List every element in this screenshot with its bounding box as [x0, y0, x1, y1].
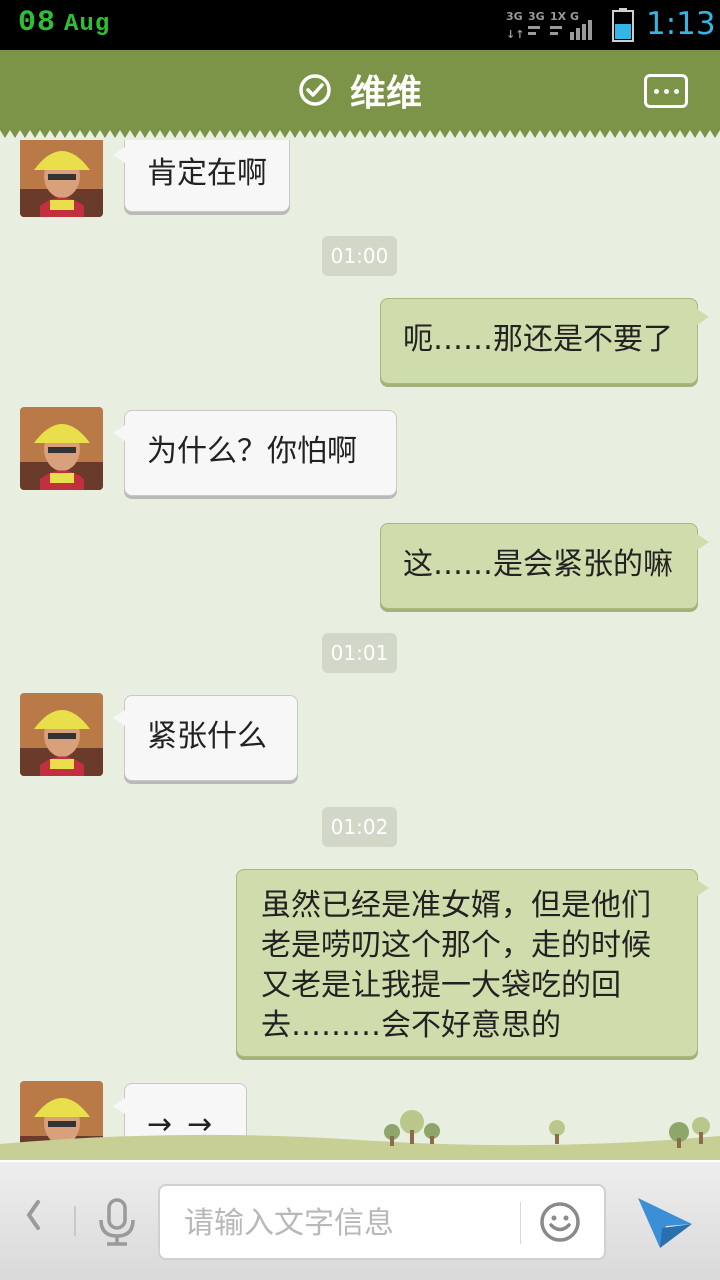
message-timestamp: 01:01 [322, 633, 397, 673]
voice-button[interactable] [96, 1198, 138, 1246]
message-bubble-incoming[interactable]: 紧张什么 [113, 695, 298, 781]
microphone-icon [99, 1198, 135, 1246]
svg-text:1X: 1X [550, 10, 567, 23]
send-arrow-icon [638, 1198, 692, 1248]
divider [74, 1206, 76, 1236]
status-bar: 08 Aug 3G 3G 1X G ↓↑ 1:13 [0, 0, 720, 50]
contact-avatar[interactable] [20, 693, 103, 776]
divider [520, 1202, 521, 1244]
status-date: 08 Aug [18, 6, 110, 40]
input-bar [0, 1160, 720, 1280]
svg-text:G: G [570, 10, 579, 23]
svg-text:3G: 3G [506, 10, 523, 23]
more-icon [653, 88, 659, 94]
header-title-group: 维维 [0, 50, 720, 130]
chat-area[interactable]: 肯定在啊 01:00 呃……那还是不要了 为什么？你怕啊 这……是会紧张的嘛 0… [0, 140, 720, 1160]
message-timestamp: 01:00 [322, 236, 397, 276]
message-bubble-incoming[interactable]: 为什么？你怕啊 [113, 410, 397, 496]
message-bubble-outgoing[interactable]: 虽然已经是准女婿，但是他们老是唠叨这个那个，走的时候又老是让我提一大袋吃的回去…… [236, 869, 709, 1057]
contact-avatar[interactable] [20, 140, 103, 217]
chat-header: 维维 [0, 50, 720, 130]
message-input-box[interactable] [158, 1184, 606, 1260]
contact-name: 维维 [349, 73, 422, 114]
smiley-icon [540, 1202, 580, 1242]
more-button[interactable] [644, 74, 688, 108]
status-date-day: 08 [18, 6, 57, 40]
back-button[interactable] [24, 1198, 44, 1241]
message-bubble-incoming[interactable]: 肯定在啊 [113, 140, 290, 212]
status-time: 1:13 [646, 6, 716, 42]
contact-avatar[interactable] [20, 407, 103, 490]
message-input[interactable] [182, 1200, 516, 1246]
message-bubble-outgoing[interactable]: 呃……那还是不要了 [380, 298, 709, 384]
svg-text:↓↑: ↓↑ [506, 28, 524, 41]
battery-icon [612, 8, 634, 42]
message-timestamp: 01:02 [322, 807, 397, 847]
scenery-decoration [0, 1110, 720, 1162]
status-date-month: Aug [64, 11, 111, 38]
emoji-button[interactable] [538, 1200, 582, 1244]
header-zigzag-edge [0, 130, 720, 138]
svg-text:3G: 3G [528, 10, 545, 23]
message-bubble-outgoing[interactable]: 这……是会紧张的嘛 [380, 523, 709, 609]
verified-check-icon [299, 74, 331, 106]
send-button[interactable] [636, 1194, 694, 1250]
signal-3g-icon: 3G 3G 1X G ↓↑ [506, 10, 592, 41]
chevron-left-icon [26, 1200, 40, 1230]
